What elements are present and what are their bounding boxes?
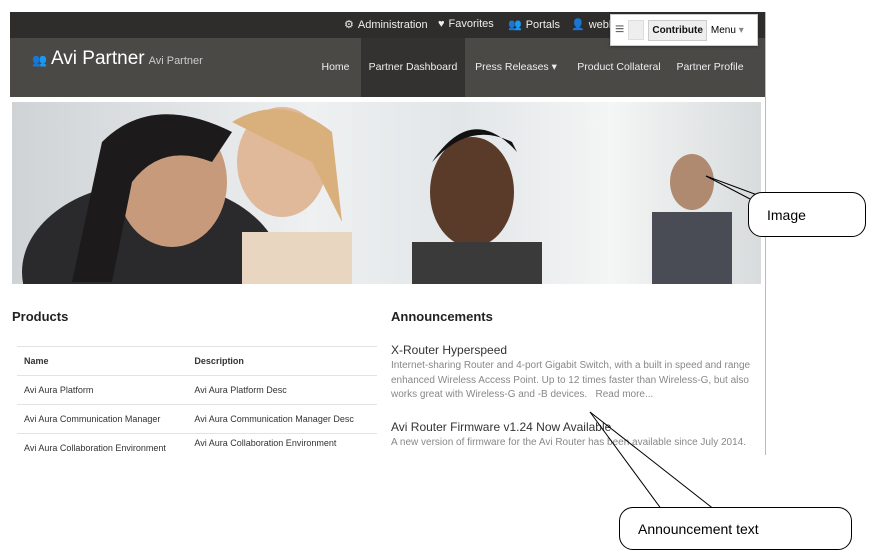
image-callout: Image: [748, 192, 866, 237]
announcement-callout: Announcement text: [619, 507, 852, 550]
callout-lines: [589, 175, 761, 511]
